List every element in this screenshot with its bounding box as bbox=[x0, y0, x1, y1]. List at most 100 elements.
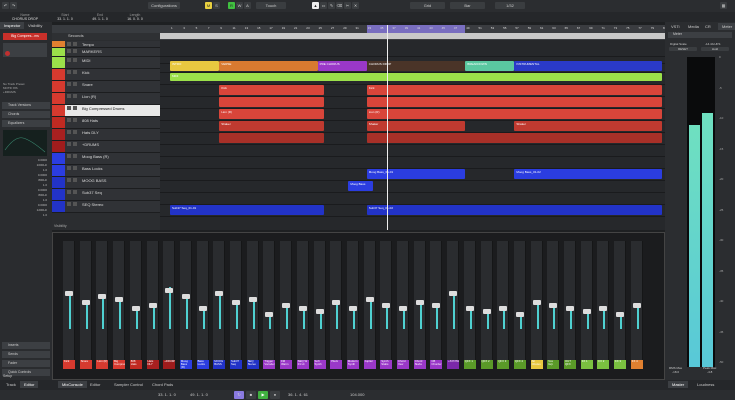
track-row[interactable]: 808 Hats bbox=[52, 117, 160, 129]
channel-fader[interactable] bbox=[616, 312, 625, 317]
info-name[interactable]: Name CHORUS DROP bbox=[5, 13, 45, 21]
channel-fader[interactable] bbox=[515, 312, 524, 317]
record-button[interactable]: ● bbox=[270, 391, 280, 399]
marker-region[interactable]: INSTRUMENTAL bbox=[514, 61, 662, 71]
channel-name[interactable]: Chord Vew bbox=[397, 360, 409, 369]
track-row[interactable]: Hats DLY bbox=[52, 129, 160, 141]
channel-name[interactable]: Synth Stabs bbox=[380, 360, 393, 369]
channel-name[interactable]: FX 3 bbox=[614, 360, 627, 369]
channel-fader[interactable] bbox=[232, 300, 240, 305]
channel-fader[interactable] bbox=[248, 297, 257, 302]
channel-fader[interactable] bbox=[65, 291, 73, 296]
tempo-display[interactable]: 104.000 bbox=[350, 392, 364, 397]
erase-tool[interactable]: ⌫ bbox=[336, 2, 343, 9]
marker-region[interactable]: CHORUS DROP bbox=[366, 61, 466, 71]
play-button[interactable]: ▶ bbox=[258, 391, 268, 399]
channel-name[interactable]: Moog Bass (R) bbox=[179, 360, 192, 369]
channel-name[interactable]: QFX 1 bbox=[463, 360, 476, 369]
event-clip[interactable] bbox=[366, 97, 662, 107]
tab-editor[interactable]: Editor bbox=[86, 381, 104, 388]
track-row[interactable]: Sub37 Seq bbox=[52, 189, 160, 201]
track-name[interactable]: Snare bbox=[82, 82, 93, 87]
grid-type-dropdown[interactable]: Grid bbox=[410, 2, 445, 9]
tab-chord-pads[interactable]: Chord Pads bbox=[148, 381, 177, 388]
ruler[interactable]: 1 3 5 7 9 11 13 15 17 19 21 23 25 27 29 31 33 35 37 39 41 43 4… bbox=[160, 25, 665, 40]
event-clip[interactable]: Shaker bbox=[219, 121, 324, 131]
track-name[interactable]: Sub37 Seq bbox=[82, 190, 102, 195]
event-clip[interactable]: Lion (R) bbox=[366, 109, 662, 119]
section-track-versions[interactable]: Track Versions bbox=[2, 102, 50, 109]
channel-fader[interactable] bbox=[315, 309, 324, 314]
track-controls[interactable] bbox=[3, 43, 47, 57]
info-length[interactable]: Length 16. 0. 0. 0 bbox=[115, 13, 155, 21]
track-name[interactable]: Big Compressed Drums bbox=[82, 106, 124, 111]
mute-button[interactable] bbox=[67, 106, 71, 110]
tab-vsti[interactable]: VSTi bbox=[667, 23, 684, 30]
marker-region[interactable]: BREAKDOWN bbox=[465, 61, 515, 71]
channel-fader[interactable] bbox=[532, 300, 541, 305]
project-window[interactable]: 1 3 5 7 9 11 13 15 17 19 21 23 25 27 29 31 33 35 37 39 41 43 4… bbox=[160, 25, 665, 230]
channel-name[interactable]: FM Warm bbox=[280, 360, 293, 369]
solo-button[interactable] bbox=[73, 130, 77, 134]
mute-button[interactable] bbox=[67, 70, 71, 74]
channel-fader[interactable] bbox=[566, 306, 574, 311]
solo-button[interactable] bbox=[73, 118, 77, 122]
channel-name[interactable]: Snare bbox=[79, 360, 92, 369]
setup-button[interactable]: Setup bbox=[3, 374, 12, 378]
section-inserts[interactable]: Inserts bbox=[2, 342, 50, 349]
track-row[interactable]: Moog Bass (R) bbox=[52, 153, 160, 165]
playhead-cursor[interactable] bbox=[387, 25, 388, 230]
marker-region[interactable]: INTRO bbox=[170, 61, 220, 71]
channel-name[interactable]: Pluck bbox=[330, 360, 343, 369]
solo-button[interactable] bbox=[73, 70, 77, 74]
tab-track[interactable]: Track bbox=[2, 381, 20, 388]
track-name[interactable]: Kick bbox=[82, 70, 90, 75]
quantize-dropdown[interactable]: 1/32 bbox=[495, 2, 525, 9]
tab-editor-left[interactable]: Editor bbox=[20, 381, 39, 388]
solo-button[interactable] bbox=[73, 154, 77, 158]
event-clip[interactable]: Moog Bass_01-01 bbox=[366, 169, 466, 179]
event-clip[interactable]: Lion (R) bbox=[219, 109, 324, 119]
reset-button[interactable]: RESET bbox=[669, 47, 697, 51]
mute-button[interactable] bbox=[67, 202, 71, 206]
solo-button[interactable] bbox=[73, 166, 77, 170]
mute-button[interactable] bbox=[67, 142, 71, 146]
section-chords[interactable]: Chords bbox=[2, 111, 50, 118]
channel-fader[interactable] bbox=[382, 303, 391, 308]
left-locator[interactable]: 33. 1. 1. 0 bbox=[158, 392, 176, 397]
event-clip[interactable] bbox=[366, 133, 662, 143]
channel-name[interactable]: QFX 4 bbox=[513, 360, 526, 369]
channel-fader[interactable] bbox=[399, 306, 407, 311]
mute-button[interactable] bbox=[67, 49, 71, 53]
track-row[interactable]: MARKERS bbox=[52, 48, 160, 57]
channel-name[interactable]: FX 4 bbox=[630, 360, 643, 369]
output-routing[interactable]: +DRUMS bbox=[3, 90, 47, 94]
track-name[interactable]: +DRUMS bbox=[82, 142, 99, 147]
pencil-tool[interactable]: ✎ bbox=[328, 2, 335, 9]
channel-name[interactable]: MOOG BASS bbox=[213, 360, 226, 369]
section-sends[interactable]: Sends bbox=[2, 351, 50, 358]
solo-button[interactable] bbox=[73, 42, 77, 46]
tab-visibility[interactable]: Visibility bbox=[24, 22, 46, 29]
grid-bar-dropdown[interactable]: Bar bbox=[450, 2, 485, 9]
track-row[interactable]: MOOG BASS bbox=[52, 177, 160, 189]
track-name[interactable]: Lion (R) bbox=[82, 94, 96, 99]
mute-button[interactable] bbox=[67, 58, 71, 62]
track-name[interactable]: Tempo bbox=[82, 42, 94, 47]
window-layout-button[interactable]: ▦ bbox=[720, 2, 727, 9]
track-name[interactable]: Bass Locks bbox=[82, 166, 102, 171]
channel-name[interactable]: FX 1 bbox=[580, 360, 593, 369]
track-name[interactable]: MARKERS bbox=[82, 49, 102, 54]
channel-name[interactable]: Lion (R) bbox=[96, 360, 109, 369]
solo-button[interactable] bbox=[73, 58, 77, 62]
event-clip[interactable] bbox=[219, 133, 324, 143]
channel-name[interactable]: Big Compresse bbox=[113, 360, 126, 369]
solo-button[interactable] bbox=[73, 190, 77, 194]
track-name[interactable]: MIDI bbox=[82, 58, 90, 63]
event-clip[interactable]: Moog Bass bbox=[348, 181, 373, 191]
track-name[interactable]: MOOG BASS bbox=[82, 178, 106, 183]
event-clip[interactable]: Sub37 Seq_01-01 bbox=[170, 205, 324, 215]
track-name[interactable]: SEQ Stereo bbox=[82, 202, 103, 207]
solo-button[interactable] bbox=[73, 106, 77, 110]
tab-master[interactable]: Master bbox=[668, 381, 689, 388]
